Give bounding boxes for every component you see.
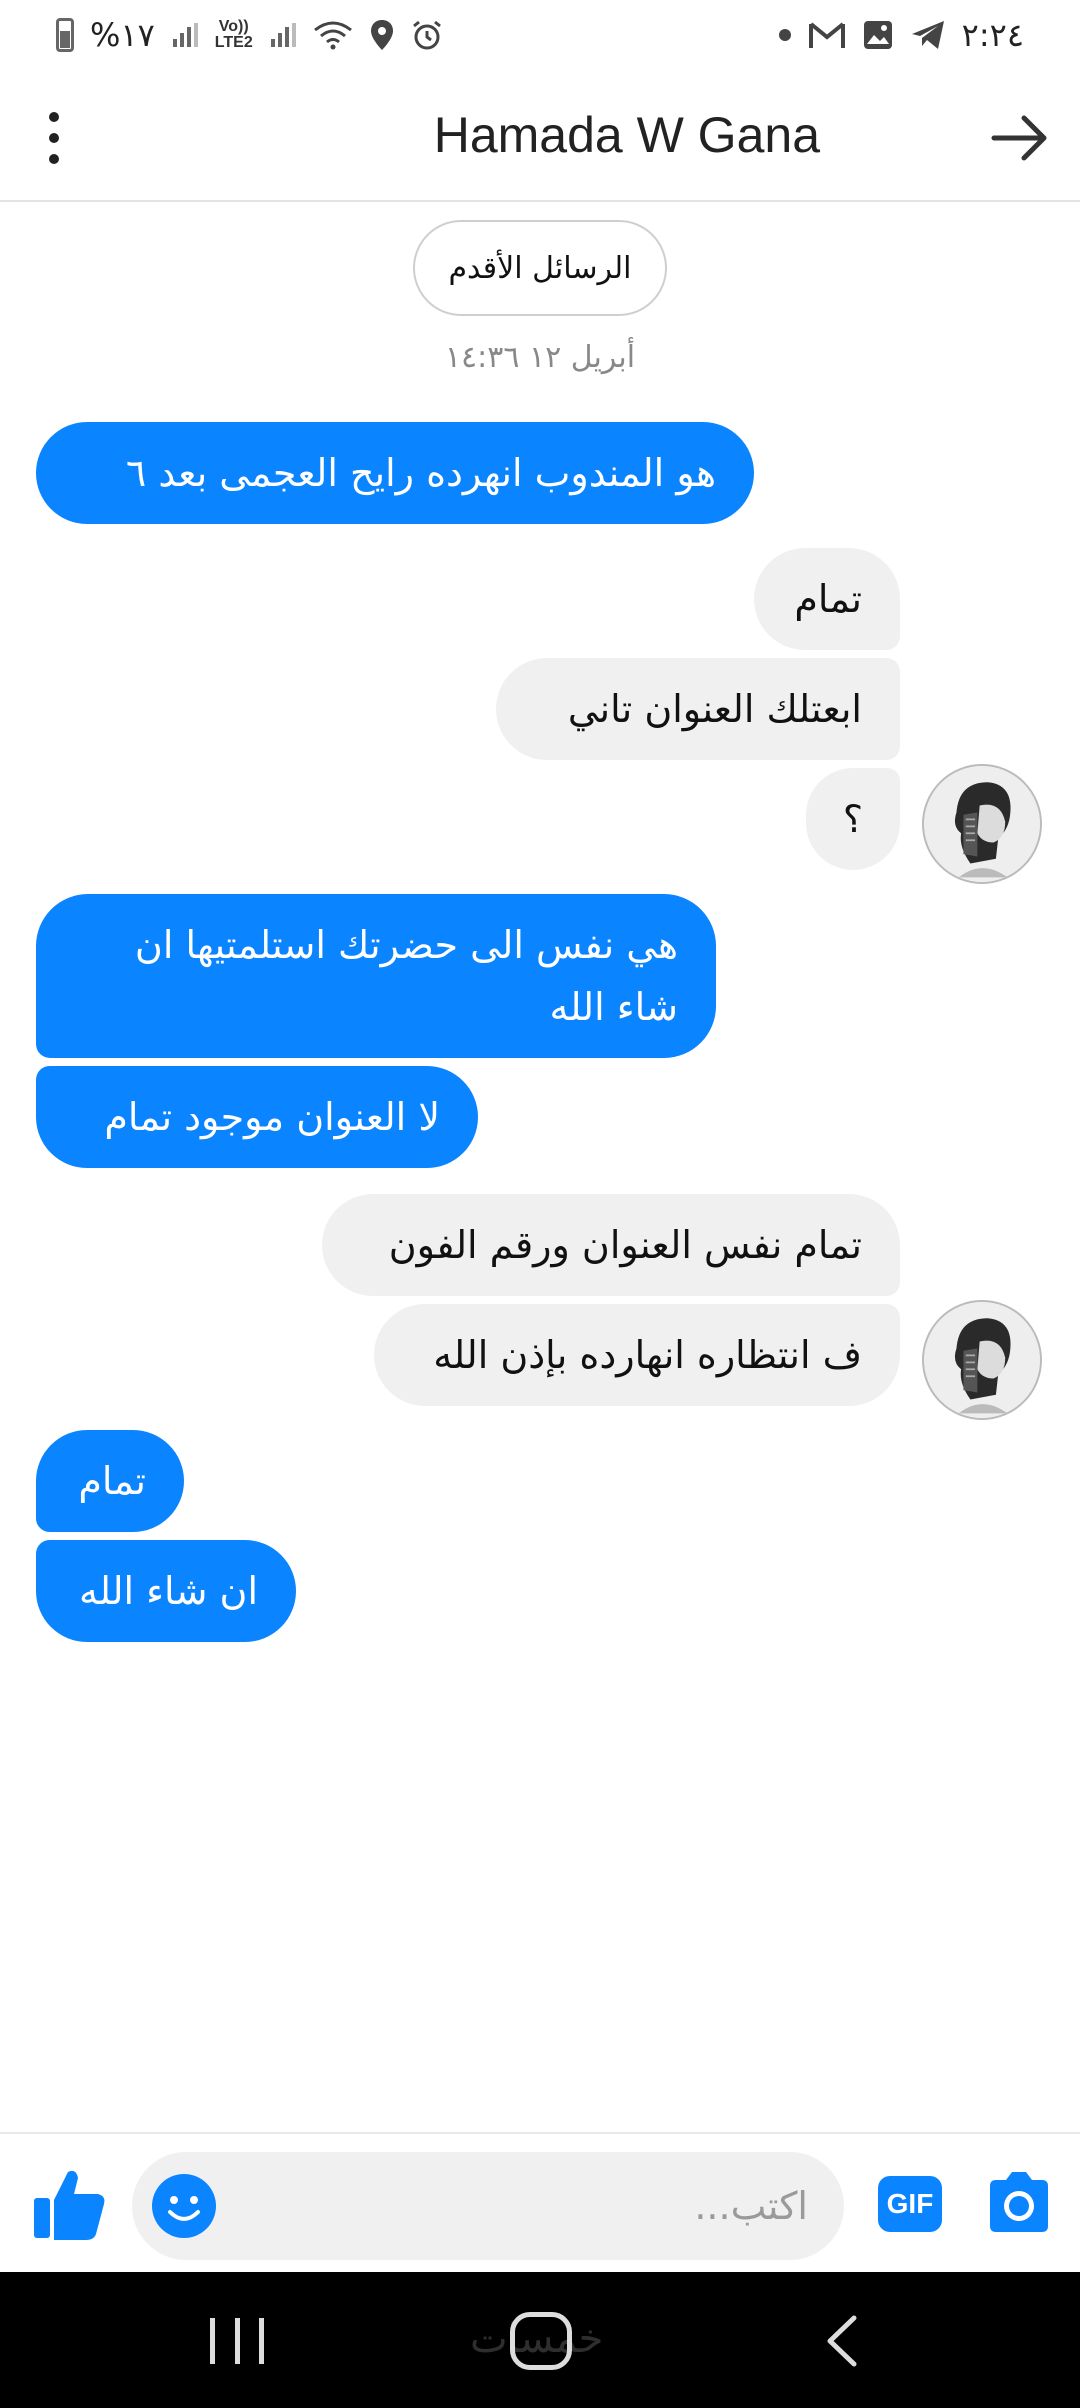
- status-left: %١٧ Vo)) LTE2: [56, 16, 443, 54]
- battery-icon: [56, 18, 74, 52]
- message-bubble-received[interactable]: تمام نفس العنوان ورقم الفون: [322, 1194, 900, 1296]
- message-input-container[interactable]: [132, 2152, 844, 2260]
- like-button[interactable]: [30, 2164, 110, 2244]
- camera-icon: [990, 2172, 1048, 2232]
- message-bubble-sent[interactable]: هي نفس الى حضرتك استلمتيها ان شاء الله: [36, 894, 716, 1058]
- message-bubble-sent[interactable]: هو المندوب انهرده رايح العجمى بعد ٦: [36, 422, 754, 524]
- gmail-icon: [808, 20, 846, 50]
- location-icon: [369, 19, 395, 51]
- home-button[interactable]: [510, 2312, 572, 2370]
- message-bubble-received[interactable]: ف انتظاره انهارده بإذن الله: [374, 1304, 900, 1406]
- system-nav-bar: خمسات: [0, 2272, 1080, 2408]
- alarm-icon: [411, 19, 443, 51]
- more-vertical-icon: [49, 112, 59, 122]
- message-bubble-sent[interactable]: تمام: [36, 1430, 184, 1532]
- camera-button[interactable]: [984, 2168, 1054, 2238]
- volte-icon: Vo)) LTE2: [214, 18, 253, 51]
- status-right: ٢:٢٤: [778, 16, 1024, 54]
- network-label: LTE2: [214, 34, 253, 51]
- emoji-icon: [152, 2174, 216, 2238]
- nav-back-button[interactable]: [822, 2314, 862, 2368]
- gallery-icon: [862, 19, 894, 51]
- message-input[interactable]: [248, 2152, 808, 2260]
- date-stamp: أبريل ١٢ ١٤:٣٦: [444, 340, 636, 375]
- chevron-left-icon: [827, 2315, 857, 2367]
- emoji-button[interactable]: [152, 2174, 216, 2238]
- message-bubble-received[interactable]: ؟: [806, 768, 900, 870]
- sender-avatar[interactable]: [922, 764, 1042, 884]
- thumbs-up-icon: [34, 2170, 105, 2240]
- signal-icon-2: [269, 21, 297, 49]
- sender-avatar[interactable]: [922, 1300, 1042, 1420]
- recents-bar: [259, 2318, 264, 2364]
- conversation-header: Hamada W Gana: [0, 70, 1080, 202]
- avatar-portrait-icon: [924, 1302, 1040, 1418]
- message-bubble-sent[interactable]: لا العنوان موجود تمام: [36, 1066, 478, 1168]
- recents-bar: [210, 2318, 215, 2364]
- more-options-button[interactable]: [30, 108, 78, 168]
- telegram-icon: [910, 19, 946, 51]
- more-dot: [49, 154, 59, 164]
- wifi-icon: [313, 20, 353, 50]
- arrow-right-icon: [991, 115, 1047, 161]
- dot-icon: [778, 28, 792, 42]
- avatar-portrait-icon: [924, 766, 1040, 882]
- battery-percent: %١٧: [90, 16, 155, 54]
- older-messages-button[interactable]: الرسائل الأقدم: [413, 220, 667, 316]
- signal-icon: [171, 21, 199, 49]
- message-bubble-received[interactable]: تمام: [754, 548, 900, 650]
- gif-button[interactable]: GIF: [878, 2176, 942, 2232]
- messenger-screen: %١٧ Vo)) LTE2 ٢:٢٤ Hamada W Gana الرسائل…: [0, 0, 1080, 2408]
- recents-button[interactable]: [210, 2318, 264, 2364]
- message-bubble-sent[interactable]: ان شاء الله: [36, 1540, 296, 1642]
- message-bubble-received[interactable]: ابعتلك العنوان تاني: [496, 658, 900, 760]
- more-dot: [49, 133, 59, 143]
- clock: ٢:٢٤: [961, 16, 1024, 54]
- status-bar: %١٧ Vo)) LTE2 ٢:٢٤: [0, 0, 1080, 70]
- contact-name[interactable]: Hamada W Gana: [434, 106, 820, 164]
- back-button[interactable]: [988, 108, 1052, 168]
- recents-bar: [234, 2318, 240, 2364]
- message-composer: GIF: [0, 2132, 1080, 2272]
